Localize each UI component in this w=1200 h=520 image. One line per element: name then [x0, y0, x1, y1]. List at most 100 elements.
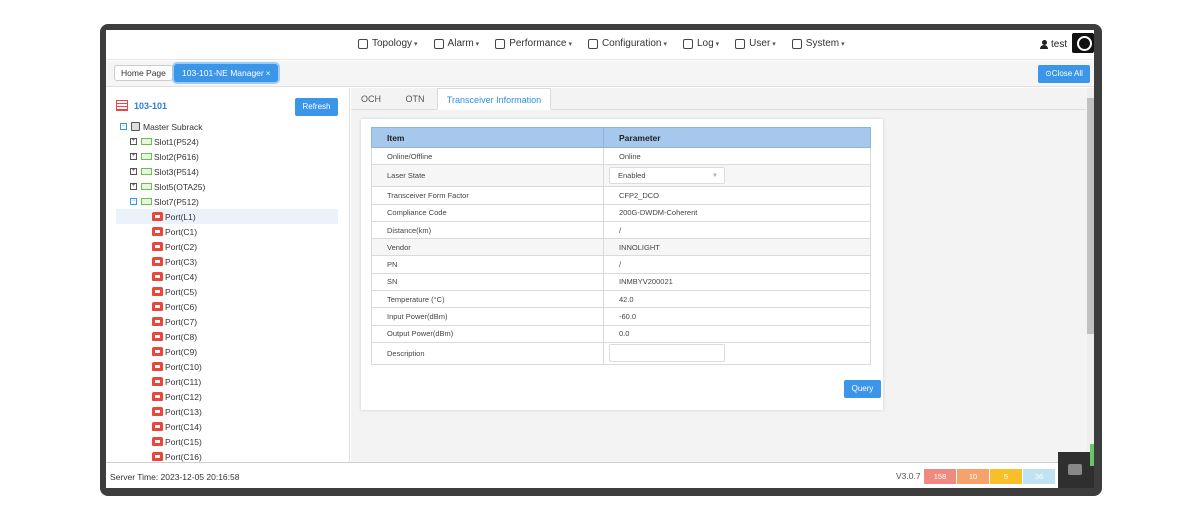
tree-root-node[interactable]: 103-101 — [116, 100, 167, 111]
tree-node-port[interactable]: Port(C1) — [152, 224, 197, 239]
table-row: Temperature (°C) 42.0 — [371, 290, 871, 309]
collapse-icon[interactable]: − — [120, 123, 127, 130]
close-icon[interactable]: × — [266, 69, 271, 78]
port-icon — [152, 437, 163, 446]
row-item: Temperature (°C) — [371, 290, 604, 309]
device-tree-panel: 103-101 Refresh − Master Subrack + Slot1(P… — [106, 88, 350, 462]
collapse-icon[interactable]: − — [130, 198, 137, 205]
menu-label: Configuration — [601, 38, 662, 49]
port-icon — [152, 302, 163, 311]
chevron-down-icon: ▾ — [772, 40, 776, 48]
table-row: SN INMBYV200021 — [371, 272, 871, 292]
tree-node-port[interactable]: Port(C16) — [152, 449, 202, 462]
scroll-thumb[interactable] — [1087, 98, 1094, 334]
vertical-scrollbar[interactable] — [1087, 88, 1094, 462]
tree-node-slot[interactable]: + Slot5(OTA25) — [130, 179, 205, 194]
menu-alarm[interactable]: Alarm ▾ — [433, 38, 480, 49]
tree-node-port[interactable]: Port(C7) — [152, 314, 197, 329]
table-row: Online/Offline Online — [371, 146, 871, 166]
laser-state-select[interactable]: Enabled ▼ — [609, 167, 725, 185]
table-row: Transceiver Form Factor CFP2_DCO — [371, 186, 871, 205]
tree-node-port[interactable]: Port(C15) — [152, 434, 202, 449]
tree-node-label: Port(C5) — [165, 286, 198, 297]
monitor-icon[interactable] — [1072, 33, 1094, 53]
tree-node-label: Slot3(P514) — [154, 166, 199, 177]
tab-transceiver-information[interactable]: Transceiver Information — [437, 88, 551, 110]
row-value: CFP2_DCO — [603, 186, 871, 205]
description-input[interactable] — [609, 343, 725, 362]
transceiver-card: Item Parameter Online/Offline Online Lase… — [361, 119, 883, 410]
close-all-button[interactable]: ⊙Close All — [1038, 65, 1090, 83]
tree-node-slot[interactable]: + Slot2(P616) — [130, 149, 199, 164]
row-value: 200G-DWDM-Coherent — [603, 203, 871, 222]
user-group-icon — [735, 38, 746, 49]
tab-otn[interactable]: OTN — [393, 88, 437, 110]
tree-node-port[interactable]: Port(C5) — [152, 284, 197, 299]
top-menu-bar: Topology ▾ Alarm ▾ Performance ▾ Configurat… — [106, 30, 1094, 60]
slot-icon — [141, 168, 152, 175]
tree-node-port[interactable]: Port(C10) — [152, 359, 202, 374]
tree-node-port[interactable]: Port(C14) — [152, 419, 202, 434]
alarm-count-critical[interactable]: 158 — [924, 469, 956, 484]
tree-node-slot[interactable]: + Slot1(P524) — [130, 134, 199, 149]
expand-icon[interactable]: + — [130, 153, 137, 160]
expand-icon[interactable]: + — [130, 183, 137, 190]
port-icon — [152, 407, 163, 416]
tree-node-label: Port(C10) — [165, 361, 202, 372]
tree-node-slot[interactable]: + Slot3(P514) — [130, 164, 199, 179]
menu-configuration[interactable]: Configuration ▾ — [587, 38, 667, 49]
chevron-down-icon: ▾ — [414, 40, 418, 48]
port-icon — [152, 452, 163, 461]
tree-node-port[interactable]: Port(C2) — [152, 239, 197, 254]
menu-log[interactable]: Log ▾ — [682, 38, 719, 49]
tree-node-subrack[interactable]: − Master Subrack — [120, 119, 203, 134]
chevron-down-icon: ▾ — [568, 40, 572, 48]
port-icon — [152, 392, 163, 401]
tree-node-port[interactable]: Port(C8) — [152, 329, 197, 344]
alarm-count-warning[interactable]: 36 — [1023, 469, 1055, 484]
menu-performance[interactable]: Performance ▾ — [495, 38, 572, 49]
floating-assistant-icon[interactable] — [1058, 452, 1094, 488]
menu-topology[interactable]: Topology ▾ — [358, 38, 418, 49]
refresh-button[interactable]: Refresh — [295, 98, 338, 116]
tree-node-port[interactable]: Port(C3) — [152, 254, 197, 269]
menu-user[interactable]: User ▾ — [735, 38, 776, 49]
tree-node-label: Port(C3) — [165, 256, 198, 267]
tree-node-label: Slot7(P512) — [154, 196, 199, 207]
row-value: INNOLIGHT — [603, 238, 871, 257]
table-row: Input Power(dBm) -60.0 — [371, 307, 871, 326]
tree-node-label: Port(C9) — [165, 346, 198, 357]
tree-node-port[interactable]: Port(L1) — [116, 209, 338, 224]
page-tab-bar: Home Page 103-101-NE Manager × ⊙Close All — [106, 61, 1094, 87]
alarm-count-major[interactable]: 10 — [957, 469, 989, 484]
expand-icon[interactable]: + — [130, 168, 137, 175]
tab-home-page[interactable]: Home Page — [114, 65, 173, 81]
query-button[interactable]: Query — [844, 380, 881, 398]
tree-node-slot[interactable]: − Slot7(P512) — [130, 194, 199, 209]
tree-node-label: Port(C4) — [165, 271, 198, 282]
user-menu[interactable]: test — [1040, 39, 1067, 50]
menu-label: Topology — [372, 38, 413, 49]
column-header-parameter: Parameter — [603, 127, 871, 148]
expand-icon[interactable]: + — [130, 138, 137, 145]
app-window: Topology ▾ Alarm ▾ Performance ▾ Configurat… — [106, 30, 1094, 488]
chevron-down-icon: ▾ — [475, 40, 480, 48]
tree-node-port[interactable]: Port(C11) — [152, 374, 201, 389]
tab-ne-manager[interactable]: 103-101-NE Manager × — [174, 64, 279, 82]
tree-node-port[interactable]: Port(C13) — [152, 404, 202, 419]
alarm-count-minor[interactable]: 5 — [990, 469, 1022, 484]
tree-node-port[interactable]: Port(C12) — [152, 389, 202, 404]
transceiver-table: Item Parameter Online/Offline Online Lase… — [371, 127, 871, 365]
tree-node-port[interactable]: Port(C6) — [152, 299, 197, 314]
menu-system[interactable]: System ▾ — [791, 38, 845, 49]
table-row: Distance(km) / — [371, 220, 871, 240]
row-value-cell — [603, 341, 871, 365]
row-item: Transceiver Form Factor — [371, 186, 604, 205]
side-drawer-handle[interactable] — [1090, 444, 1094, 466]
row-value: INMBYV200021 — [603, 272, 871, 292]
tree-node-port[interactable]: Port(C4) — [152, 269, 197, 284]
row-item: Description — [371, 341, 604, 365]
tree-node-port[interactable]: Port(C9) — [152, 344, 197, 359]
tree-node-label: Port(C15) — [165, 436, 202, 447]
tab-och[interactable]: OCH — [351, 88, 391, 110]
